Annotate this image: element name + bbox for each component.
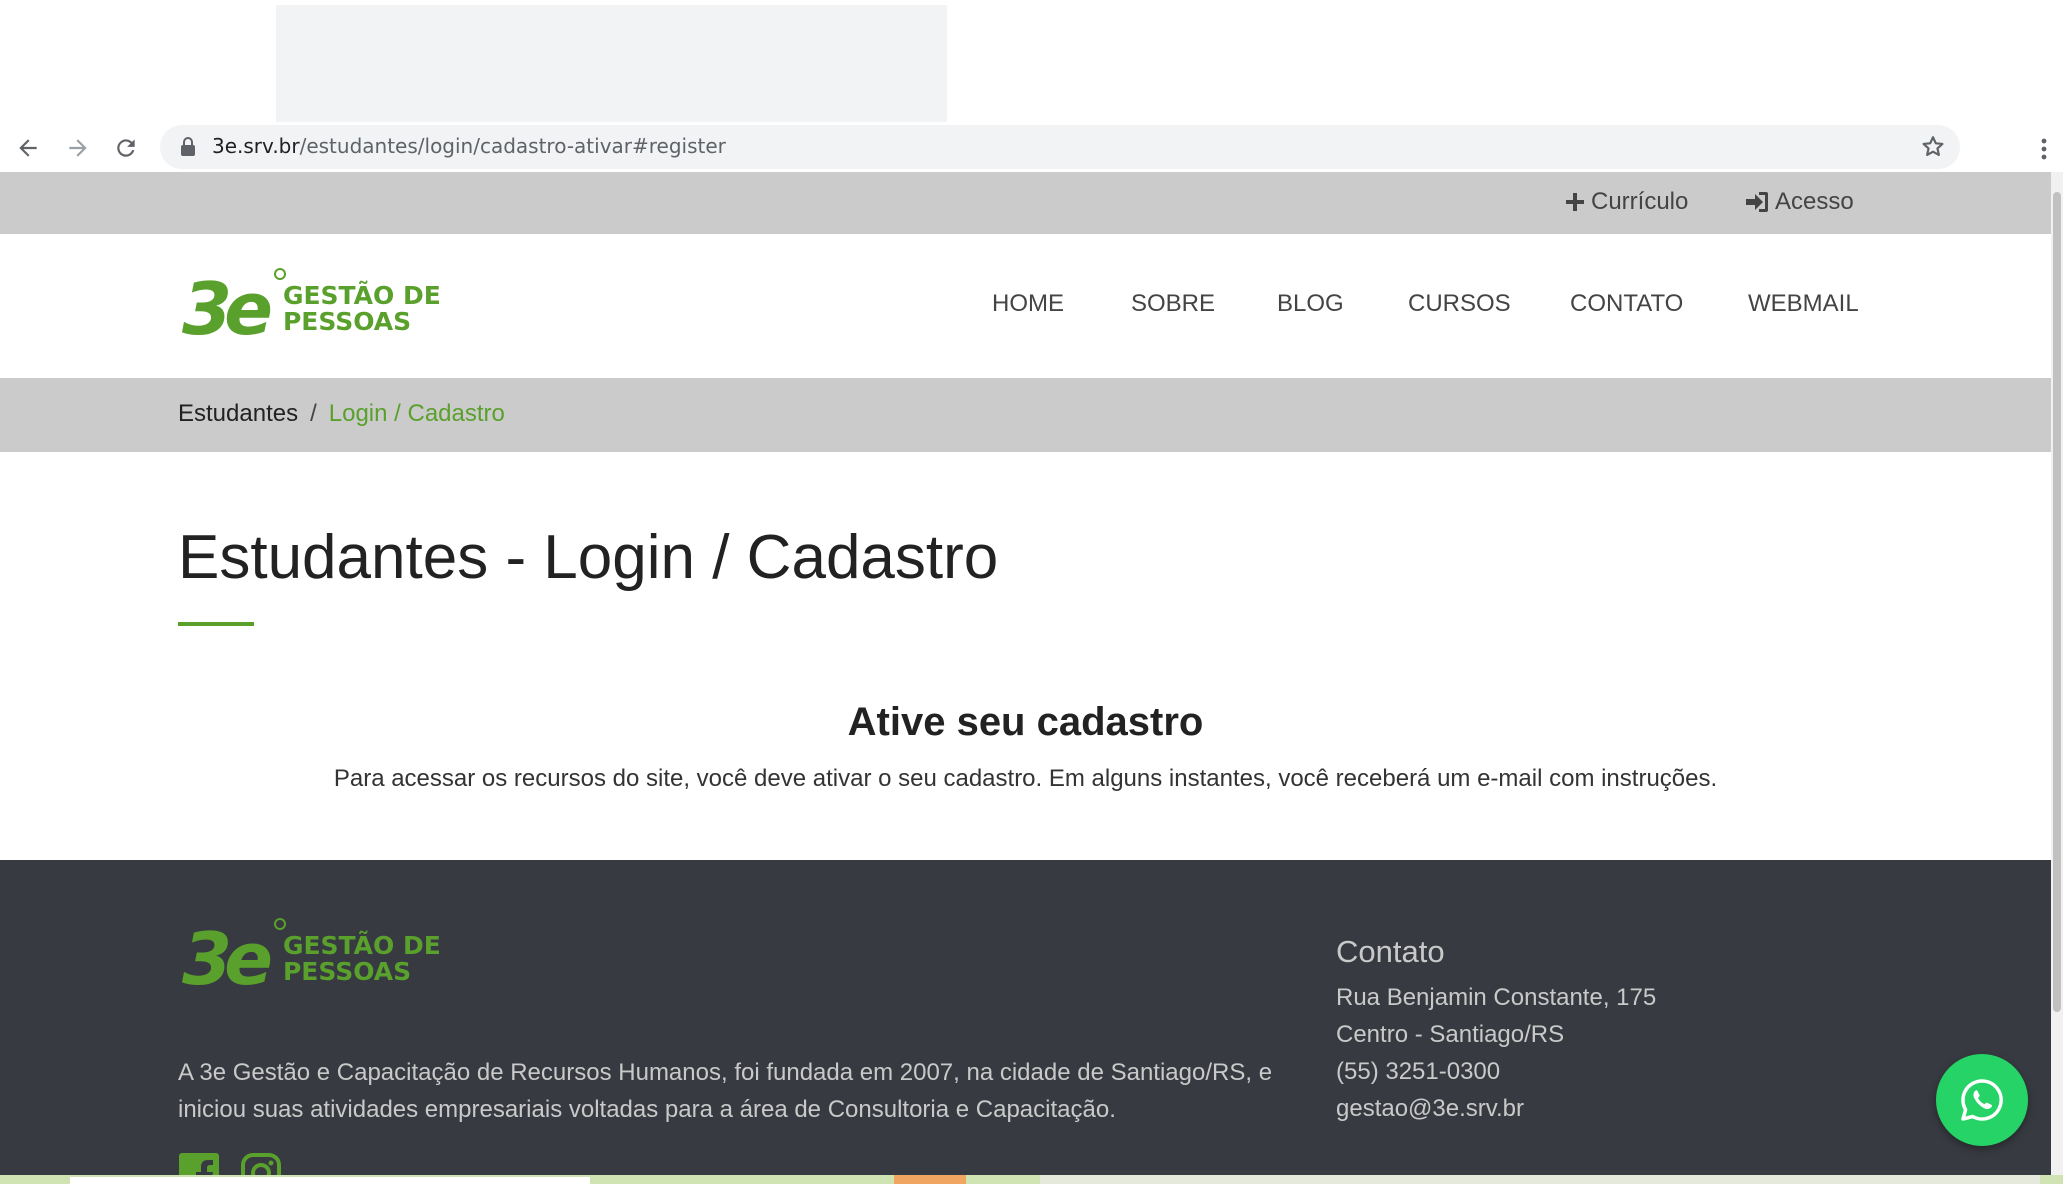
footer-address-line1: Rua Benjamin Constante, 175 bbox=[1336, 984, 1657, 1011]
logo-line2: PESSOAS bbox=[282, 307, 412, 336]
breadcrumb-current: Login / Cadastro bbox=[328, 400, 505, 427]
lock-icon bbox=[181, 137, 195, 156]
footer-social-links bbox=[178, 1152, 282, 1175]
forward-button[interactable] bbox=[60, 130, 96, 166]
back-button[interactable] bbox=[10, 130, 46, 166]
taskbar-segment-gray bbox=[1040, 1175, 2040, 1184]
page-scrollbar[interactable] bbox=[2051, 172, 2063, 1175]
reload-icon bbox=[117, 139, 135, 157]
footer-logo-line1: GESTÃO DE bbox=[282, 931, 441, 960]
nav-home[interactable]: HOME bbox=[992, 290, 1064, 318]
site-logo[interactable]: 3e GESTÃO DE PESSOAS bbox=[182, 266, 442, 352]
nav-cursos[interactable]: CURSOS bbox=[1408, 290, 1511, 318]
footer-logo-text: GESTÃO DE PESSOAS bbox=[283, 933, 441, 985]
activate-message: Para acessar os recursos do site, você d… bbox=[333, 765, 1718, 792]
browser-toolbar: 3e.srv.br/estudantes/login/cadastro-ativ… bbox=[0, 124, 2063, 172]
page-title: Estudantes - Login / Cadastro bbox=[178, 523, 999, 592]
top-utility-bar: Currículo Acesso bbox=[0, 172, 2051, 234]
tab-strip-blank-area bbox=[276, 5, 947, 122]
taskbar-segment-highlight bbox=[894, 1175, 966, 1184]
logo-mark: 3e bbox=[182, 267, 273, 351]
address-bar[interactable]: 3e.srv.br/estudantes/login/cadastro-ativ… bbox=[160, 125, 1960, 169]
bookmark-star-icon[interactable] bbox=[1920, 134, 1946, 160]
sign-in-icon bbox=[1746, 192, 1768, 212]
facebook-icon[interactable] bbox=[178, 1152, 220, 1175]
breadcrumb: Estudantes / Login / Cadastro bbox=[178, 400, 505, 428]
nav-contato[interactable]: CONTATO bbox=[1570, 290, 1683, 318]
breadcrumb-bar: Estudantes / Login / Cadastro bbox=[0, 378, 2051, 452]
footer-logo-line2: PESSOAS bbox=[282, 957, 412, 986]
scrollbar-thumb[interactable] bbox=[2053, 192, 2061, 1012]
footer-logo-mark: 3e bbox=[182, 917, 273, 1001]
footer-email[interactable]: gestao@3e.srv.br bbox=[1336, 1095, 1524, 1123]
acesso-link[interactable]: Acesso bbox=[1745, 188, 1854, 216]
footer-about-text: A 3e Gestão e Capacitação de Recursos Hu… bbox=[178, 1059, 1273, 1123]
nav-webmail[interactable]: WEBMAIL bbox=[1748, 290, 1859, 318]
url-text: 3e.srv.br/estudantes/login/cadastro-ativ… bbox=[212, 134, 726, 158]
logo-text: GESTÃO DE PESSOAS bbox=[283, 283, 441, 335]
footer-contact-title: Contato bbox=[1336, 934, 1445, 969]
curriculo-label: Currículo bbox=[1591, 188, 1689, 215]
url-path: /estudantes/login/cadastro-ativar#regist… bbox=[299, 134, 726, 158]
instagram-icon[interactable] bbox=[240, 1152, 282, 1175]
browser-tab-strip bbox=[0, 0, 2063, 124]
os-taskbar-strip bbox=[0, 1175, 2063, 1184]
breadcrumb-separator: / bbox=[310, 400, 317, 427]
web-page: Currículo Acesso 3e GESTÃO DE PESSOAS HO… bbox=[0, 172, 2051, 1175]
footer-address-line2: Centro - Santiago/RS bbox=[1336, 1021, 1565, 1048]
logo-dot-icon bbox=[274, 268, 286, 280]
arrow-left-icon bbox=[19, 139, 37, 157]
activate-heading: Ative seu cadastro bbox=[847, 700, 1204, 744]
plus-icon bbox=[1566, 193, 1584, 211]
nav-blog[interactable]: BLOG bbox=[1277, 290, 1344, 318]
nav-sobre[interactable]: SOBRE bbox=[1131, 290, 1215, 318]
reload-button[interactable] bbox=[108, 130, 144, 166]
url-host: 3e.srv.br bbox=[212, 134, 300, 158]
curriculo-link[interactable]: Currículo bbox=[1565, 188, 1688, 216]
footer-logo-dot-icon bbox=[274, 918, 286, 930]
browser-menu-button[interactable] bbox=[2030, 132, 2058, 166]
logo-line1: GESTÃO DE bbox=[282, 281, 441, 310]
arrow-right-icon bbox=[69, 139, 87, 157]
acesso-label: Acesso bbox=[1775, 188, 1854, 215]
footer-logo[interactable]: 3e GESTÃO DE PESSOAS bbox=[182, 916, 442, 1002]
whatsapp-icon bbox=[1961, 1079, 2003, 1121]
taskbar-segment bbox=[70, 1177, 590, 1184]
breadcrumb-estudantes[interactable]: Estudantes bbox=[178, 400, 298, 427]
more-vertical-icon bbox=[2041, 138, 2047, 160]
site-header: 3e GESTÃO DE PESSOAS HOME SOBRE BLOG CUR… bbox=[0, 234, 2051, 378]
footer-phone[interactable]: (55) 3251-0300 bbox=[1336, 1058, 1500, 1086]
site-footer: 3e GESTÃO DE PESSOAS A 3e Gestão e Capac… bbox=[0, 860, 2051, 1175]
whatsapp-button[interactable] bbox=[1936, 1054, 2028, 1146]
title-underline bbox=[178, 622, 254, 626]
